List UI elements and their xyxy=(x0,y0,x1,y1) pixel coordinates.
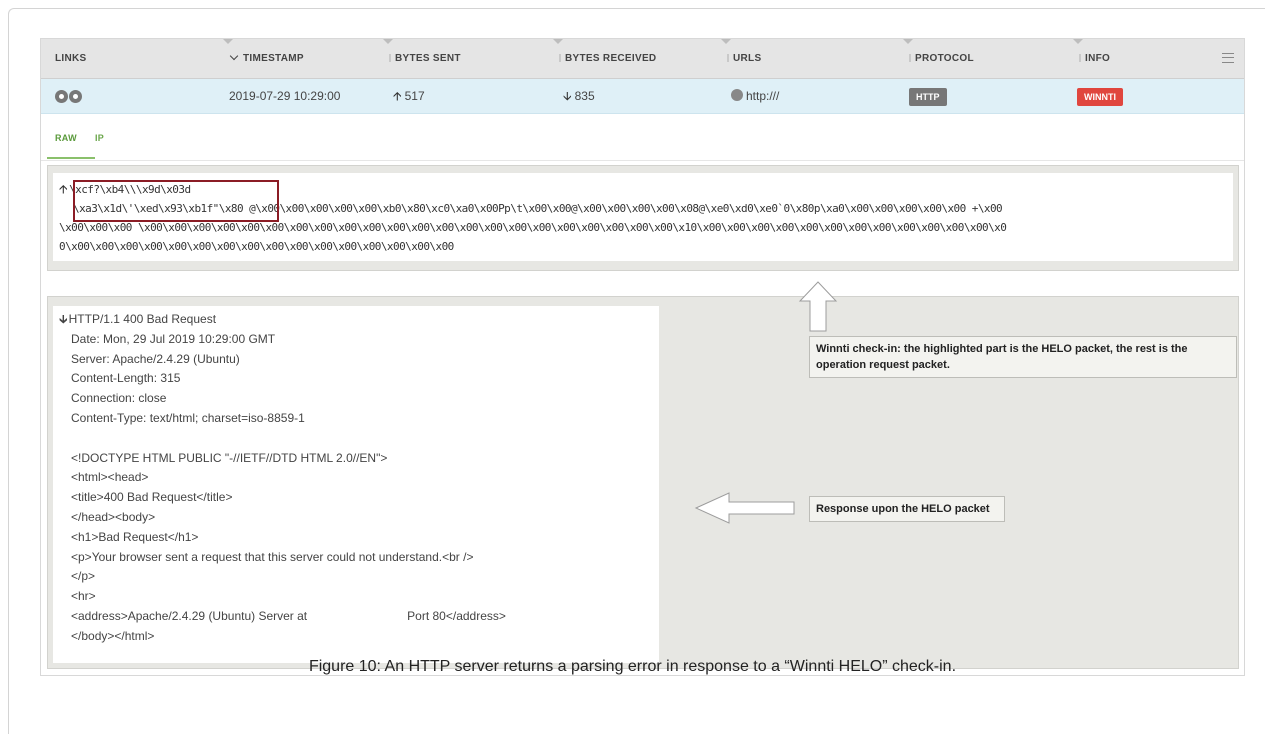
up-arrow-annotation xyxy=(798,281,838,332)
protocol-badge: HTTP xyxy=(909,87,947,106)
left-arrow-annotation xyxy=(694,492,795,524)
arrow-down-icon: 🡫 xyxy=(563,89,572,103)
link-icons[interactable] xyxy=(55,90,83,108)
cell-bytes-sent: 🡩 517 xyxy=(393,89,425,103)
response-line: </body></html> xyxy=(71,628,155,643)
arrow-up-icon: 🡩 xyxy=(393,89,402,103)
column-header-bytes-received[interactable]: BYTES RECEIVED xyxy=(553,39,656,79)
globe-icon xyxy=(731,89,743,101)
response-line: </head><body> xyxy=(71,510,156,524)
response-line: Content-Type: text/html; charset=iso-885… xyxy=(71,411,305,425)
column-header-info[interactable]: INFO xyxy=(1073,39,1110,79)
globe-link-icon[interactable] xyxy=(69,90,82,103)
response-status-text: HTTP/1.1 400 Bad Request xyxy=(68,312,217,326)
checkin-note: Winnti check-in: the highlighted part is… xyxy=(809,336,1237,378)
cell-timestamp: 2019-07-29 10:29:00 xyxy=(229,89,341,103)
response-line: <address>Apache/2.4.29 (Ubuntu) Server a… xyxy=(71,609,506,623)
tab-active-indicator xyxy=(47,157,95,159)
response-line: Content-Length: 315 xyxy=(71,371,181,386)
column-header-timestamp[interactable]: TIMESTAMP xyxy=(223,39,304,79)
cell-url[interactable]: http:/// xyxy=(731,79,779,114)
helo-highlight-box xyxy=(73,180,279,222)
response-line: <h1>Bad Request</h1> xyxy=(71,529,199,544)
response-line: <p>Your browser sent a request that this… xyxy=(71,549,474,564)
info-badge[interactable]: WINNTI xyxy=(1077,87,1123,106)
table-header: LINKS TIMESTAMP BYTES SENT BYTES RECEIVE… xyxy=(41,39,1244,79)
response-line: <html><head> xyxy=(71,470,149,485)
response-note: Response upon the HELO packet xyxy=(809,496,1005,522)
detail-tabs: RAW IP xyxy=(41,115,1244,161)
traffic-panel: LINKS TIMESTAMP BYTES SENT BYTES RECEIVE… xyxy=(40,38,1245,676)
raw-line-2: @\x00\x00\x00\x00\x00\xb0\x80\xc0\xa0\x0… xyxy=(243,202,1003,215)
table-row[interactable]: 2019-07-29 10:29:00 🡩 517 🡫 835 http:/// H… xyxy=(41,79,1244,114)
column-header-protocol[interactable]: PROTOCOL xyxy=(903,39,974,79)
response-line: <!DOCTYPE HTML PUBLIC "-//IETF//DTD HTML… xyxy=(71,450,388,465)
tab-ip[interactable]: IP xyxy=(95,133,104,143)
tab-raw[interactable]: RAW xyxy=(55,133,77,143)
column-header-bytes-sent[interactable]: BYTES SENT xyxy=(383,39,461,79)
response-line: </p> xyxy=(71,569,96,584)
clock-icon[interactable] xyxy=(55,90,68,103)
response-status-line: 🡳HTTP/1.1 400 Bad Request xyxy=(59,311,216,327)
cell-info: WINNTI xyxy=(1077,79,1123,114)
column-menu-icon[interactable] xyxy=(1222,53,1234,63)
response-line: Date: Mon, 29 Jul 2019 10:29:00 GMT xyxy=(71,331,276,346)
response-line: <hr> xyxy=(71,589,96,604)
figure-caption: Figure 10: An HTTP server returns a pars… xyxy=(308,658,957,675)
arrow-up-icon: 🡩 xyxy=(59,182,68,196)
column-header-links[interactable]: LINKS xyxy=(55,39,87,79)
arrow-down-icon: 🡳 xyxy=(59,312,68,326)
response-line: Connection: close xyxy=(71,391,167,406)
column-header-urls[interactable]: URLS xyxy=(721,39,761,79)
sort-chevron-icon xyxy=(229,51,239,61)
response-line: <title>400 Bad Request</title> xyxy=(71,490,233,505)
raw-line-4: 0\x00\x00\x00\x00\x00\x00\x00\x00\x00\x0… xyxy=(59,240,454,253)
cell-protocol: HTTP xyxy=(909,79,947,114)
cell-bytes-received: 🡫 835 xyxy=(563,89,595,103)
response-line: Server: Apache/2.4.29 (Ubuntu) xyxy=(71,351,240,366)
